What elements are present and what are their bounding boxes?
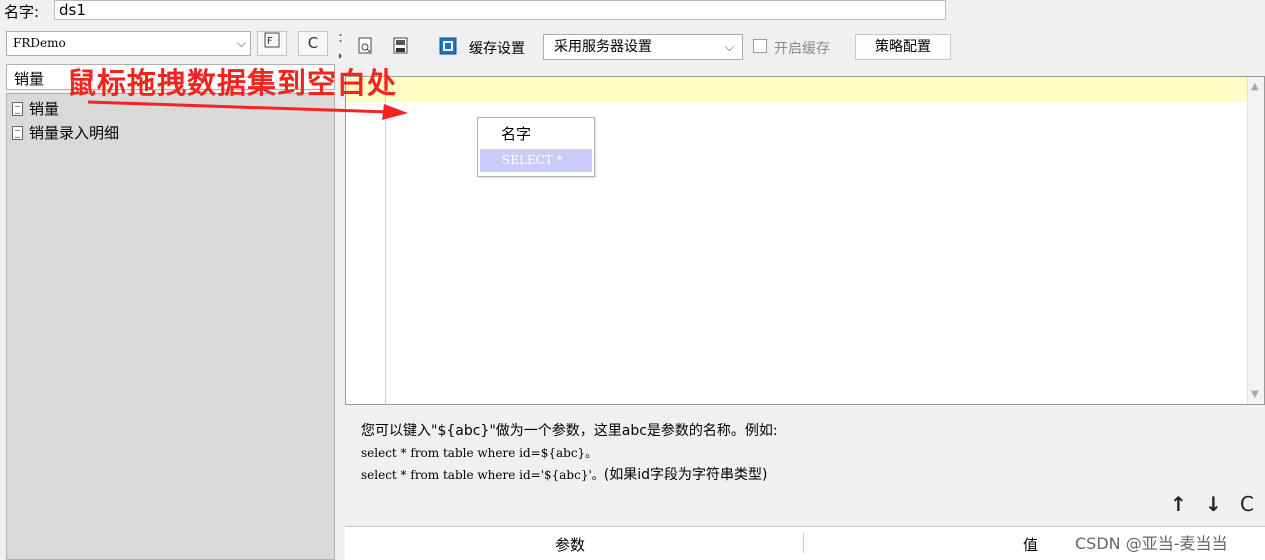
- enable-cache-checkbox[interactable]: [753, 39, 767, 53]
- preview-icon[interactable]: [357, 37, 375, 57]
- cache-mode-select[interactable]: 采用服务器设置 ⌵: [543, 34, 743, 60]
- drag-preview-popup: 名字 SELECT *: [477, 117, 595, 177]
- document-icon: [12, 126, 23, 140]
- enable-cache-label: 开启缓存: [774, 41, 830, 57]
- datasource-value: FRDemo: [13, 36, 66, 50]
- hint-example: select * from table where id=${abc}。: [361, 446, 598, 460]
- tree-item-label: 销量录入明细: [29, 124, 120, 142]
- editor-gutter: [385, 77, 386, 404]
- reload-icon[interactable]: C: [1240, 492, 1254, 516]
- scroll-down-icon[interactable]: ▼: [1251, 389, 1259, 400]
- column-header-param[interactable]: 参数: [555, 534, 585, 555]
- popup-selected-row[interactable]: SELECT *: [480, 149, 592, 172]
- current-line-highlight: [346, 77, 1248, 102]
- parameter-hint: 您可以键入"${abc}"做为一个参数，这里abc是参数的名称。例如: sele…: [361, 420, 778, 486]
- dataset-tree: 销量 销量录入明细: [6, 93, 335, 560]
- column-header-value[interactable]: 值: [1023, 534, 1038, 555]
- name-input[interactable]: ds1: [54, 0, 946, 20]
- column-divider[interactable]: [803, 533, 804, 553]
- popup-header: 名字: [501, 125, 532, 143]
- formula-button[interactable]: F: [257, 31, 287, 56]
- name-label: 名字:: [4, 3, 40, 21]
- arrow-up-icon[interactable]: ↑: [1170, 492, 1187, 516]
- save-sql-icon[interactable]: [392, 37, 410, 57]
- formula-icon: F: [263, 32, 281, 52]
- annotation-arrow: [88, 100, 408, 120]
- scroll-up-icon[interactable]: ▲: [1251, 81, 1259, 92]
- tree-item[interactable]: 销量: [12, 98, 59, 120]
- tree-item-label: 销量: [29, 100, 60, 118]
- document-icon: [12, 102, 23, 116]
- hint-line: 您可以键入"${abc}"做为一个参数，这里abc是参数的名称。例如:: [361, 423, 778, 439]
- cache-icon: [439, 37, 457, 57]
- cache-settings-label: 缓存设置: [469, 41, 525, 57]
- policy-config-button[interactable]: 策略配置: [855, 34, 951, 60]
- name-row: 名字: ds1: [0, 0, 1265, 27]
- editor-scrollbar[interactable]: ▲ ▼: [1247, 77, 1264, 404]
- svg-text:F: F: [267, 36, 273, 47]
- arrow-down-icon[interactable]: ↓: [1205, 492, 1222, 516]
- watermark: CSDN @亚当-麦当当: [1075, 534, 1228, 553]
- dataset-search-text: 销量: [14, 70, 45, 88]
- hint-note: (如果id字段为字符串类型): [603, 467, 768, 483]
- chevron-down-icon: ⌵: [236, 36, 246, 50]
- sql-toolbar: 缓存设置 采用服务器设置 ⌵ 开启缓存 策略配置: [343, 31, 1265, 63]
- cache-mode-value: 采用服务器设置: [554, 39, 652, 55]
- refresh-icon: C: [307, 34, 319, 52]
- datasource-select[interactable]: FRDemo ⌵: [6, 31, 251, 56]
- refresh-button[interactable]: C: [298, 31, 328, 56]
- hint-example: select * from table where id='${abc}'。: [361, 468, 604, 482]
- tree-item[interactable]: 销量录入明细: [12, 122, 119, 144]
- chevron-down-icon: ⌵: [724, 40, 734, 54]
